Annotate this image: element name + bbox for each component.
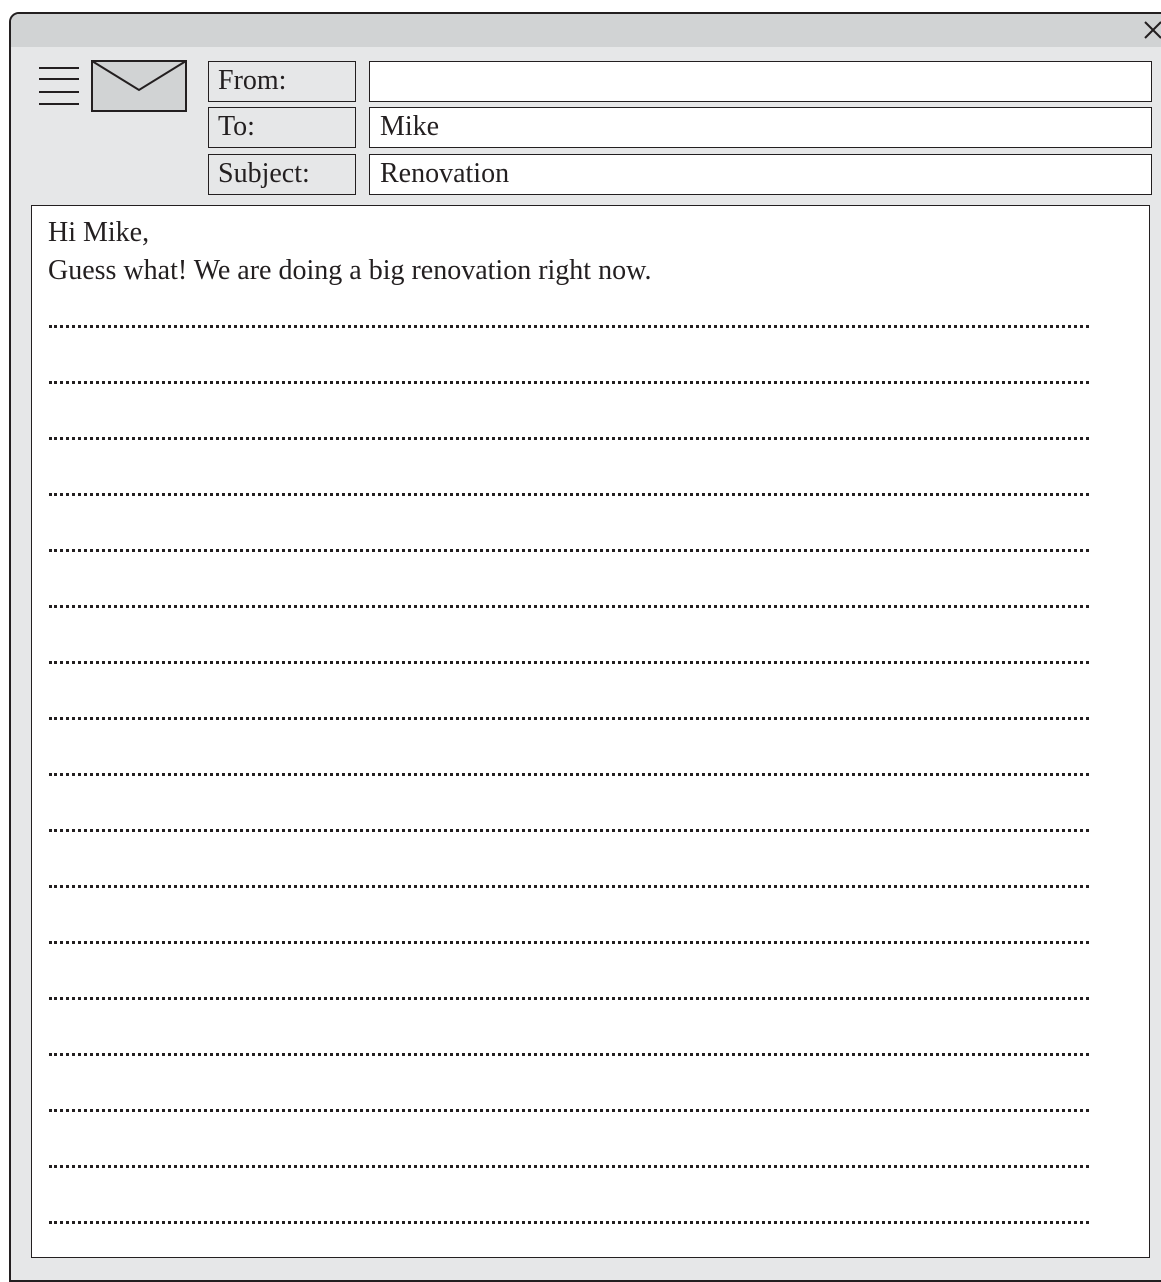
greeting-text: Hi Mike, xyxy=(48,217,150,248)
writing-line[interactable] xyxy=(49,941,1089,944)
writing-line[interactable] xyxy=(49,437,1089,440)
writing-line[interactable] xyxy=(49,325,1089,328)
writing-line[interactable] xyxy=(49,1053,1089,1056)
to-field[interactable]: Mike xyxy=(369,107,1152,148)
message-body[interactable]: Hi Mike, Guess what! We are doing a big … xyxy=(31,205,1150,1258)
writing-line[interactable] xyxy=(49,717,1089,720)
subject-field[interactable]: Renovation xyxy=(369,154,1152,195)
from-field[interactable] xyxy=(369,61,1152,102)
intro-text: Guess what! We are doing a big renovatio… xyxy=(48,255,652,286)
writing-line[interactable] xyxy=(49,493,1089,496)
writing-line[interactable] xyxy=(49,885,1089,888)
email-window: From: To: Mike Subject: Renovation Hi Mi… xyxy=(9,12,1161,1282)
writing-line[interactable] xyxy=(49,1165,1089,1168)
writing-line[interactable] xyxy=(49,1109,1089,1112)
writing-line[interactable] xyxy=(49,1221,1089,1224)
to-label: To: xyxy=(208,107,356,148)
writing-line[interactable] xyxy=(49,997,1089,1000)
writing-line[interactable] xyxy=(49,549,1089,552)
envelope-icon xyxy=(91,60,187,112)
menu-icon[interactable] xyxy=(39,64,79,108)
writing-line[interactable] xyxy=(49,773,1089,776)
title-bar xyxy=(11,14,1161,47)
writing-line[interactable] xyxy=(49,829,1089,832)
writing-line[interactable] xyxy=(49,381,1089,384)
writing-line[interactable] xyxy=(49,605,1089,608)
subject-label: Subject: xyxy=(208,154,356,195)
writing-line[interactable] xyxy=(49,661,1089,664)
close-icon[interactable] xyxy=(1141,18,1161,42)
from-label: From: xyxy=(208,61,356,102)
